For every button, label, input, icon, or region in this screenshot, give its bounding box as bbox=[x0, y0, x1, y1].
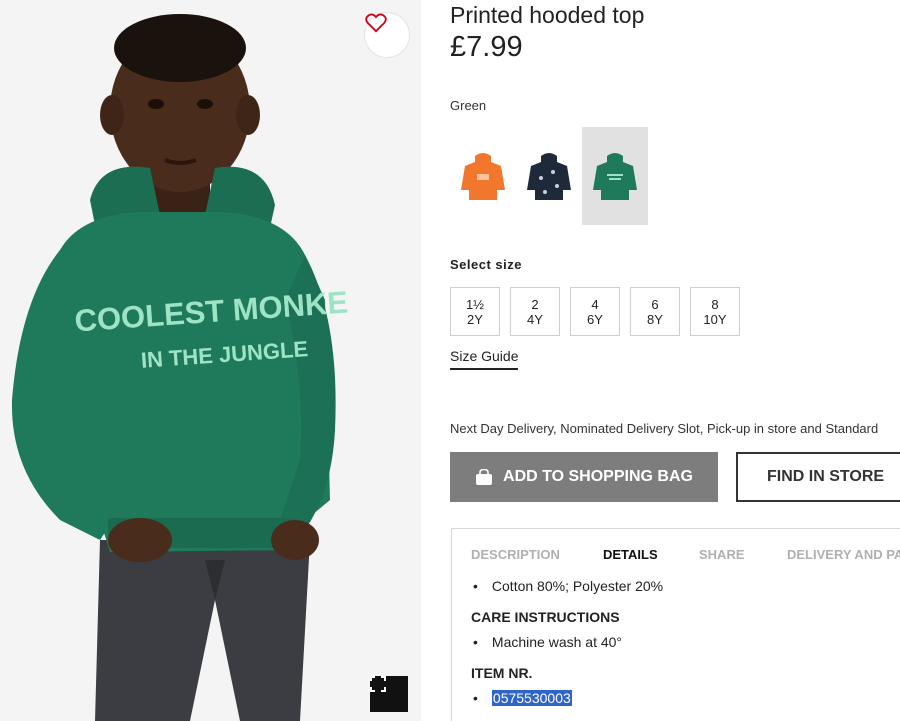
tab-share[interactable]: SHARE bbox=[699, 547, 745, 562]
product-info: Printed hooded top £7.99 Green Select si… bbox=[450, 0, 900, 721]
care-item: Machine wash at 40° bbox=[473, 631, 891, 653]
size-age-value: 2 bbox=[531, 296, 539, 312]
size-year-label: 4Y bbox=[527, 311, 543, 327]
expand-icon bbox=[370, 676, 386, 692]
item-number-value[interactable]: 0575530003 bbox=[491, 690, 572, 706]
size-age-value: 6 bbox=[651, 296, 659, 312]
size-age-value: 8 bbox=[711, 296, 719, 312]
size-age-value: 1½ bbox=[465, 296, 485, 312]
green-hoodie-thumbnail bbox=[593, 153, 637, 200]
shopping-bag-icon bbox=[476, 469, 493, 485]
product-image[interactable]: COOLEST MONKE IN THE JUNGLE bbox=[0, 0, 421, 721]
delivery-options-text: Next Day Delivery, Nominated Delivery Sl… bbox=[450, 421, 879, 436]
swatch-orange[interactable] bbox=[450, 127, 516, 225]
zoom-button[interactable] bbox=[370, 676, 408, 712]
product-details-panel: DESCRIPTION DETAILS SHARE DELIVERY AND P… bbox=[451, 528, 900, 721]
product-photo-illustration: COOLEST MONKE IN THE JUNGLE bbox=[11, 14, 349, 721]
add-to-bag-button[interactable]: ADD TO SHOPPING BAG bbox=[450, 452, 718, 502]
composition-text: Cotton 80%; Polyester 20% bbox=[491, 578, 664, 594]
orange-hoodie-thumbnail bbox=[461, 153, 505, 200]
product-price: £7.99 bbox=[450, 31, 523, 63]
item-number-item: 0575530003 bbox=[473, 687, 891, 709]
size-year-label: 10Y bbox=[703, 311, 727, 327]
size-option-6y[interactable]: 4 6Y bbox=[570, 287, 620, 336]
find-in-store-button[interactable]: FIND IN STORE bbox=[736, 452, 900, 502]
wishlist-button[interactable] bbox=[364, 12, 410, 58]
size-age-value: 4 bbox=[591, 296, 599, 312]
size-year-label: 8Y bbox=[647, 311, 663, 327]
add-to-bag-label: ADD TO SHOPPING BAG bbox=[503, 468, 693, 485]
selected-color-name: Green bbox=[450, 98, 487, 113]
size-options: 1½ 2Y 2 4Y 4 6Y 6 8Y 8 10Y bbox=[450, 287, 740, 336]
size-option-8y[interactable]: 6 8Y bbox=[630, 287, 680, 336]
details-content: Cotton 80%; Polyester 20% CARE INSTRUCTI… bbox=[471, 575, 891, 709]
size-guide-link[interactable]: Size Guide bbox=[450, 348, 519, 370]
tab-description[interactable]: DESCRIPTION bbox=[471, 547, 560, 562]
select-size-label: Select size bbox=[450, 257, 522, 272]
navy-hoodie-thumbnail bbox=[527, 153, 571, 200]
size-option-10y[interactable]: 8 10Y bbox=[690, 287, 740, 336]
care-instructions-heading: CARE INSTRUCTIONS bbox=[471, 609, 620, 625]
swatch-green[interactable] bbox=[582, 127, 648, 225]
size-year-label: 2Y bbox=[467, 311, 483, 327]
size-option-4y[interactable]: 2 4Y bbox=[510, 287, 560, 336]
size-option-2y[interactable]: 1½ 2Y bbox=[450, 287, 500, 336]
swatch-navy[interactable] bbox=[516, 127, 582, 225]
tab-details[interactable]: DETAILS bbox=[603, 547, 658, 562]
heart-icon bbox=[365, 13, 387, 33]
product-title: Printed hooded top bbox=[450, 2, 645, 28]
item-number-heading: ITEM NR. bbox=[471, 665, 533, 681]
care-text: Machine wash at 40° bbox=[491, 634, 623, 650]
tab-delivery-and-payment[interactable]: DELIVERY AND PA bbox=[787, 547, 900, 562]
size-year-label: 6Y bbox=[587, 311, 603, 327]
details-tabs: DESCRIPTION DETAILS SHARE DELIVERY AND P… bbox=[452, 529, 900, 579]
composition-item: Cotton 80%; Polyester 20% bbox=[473, 575, 891, 597]
color-swatches bbox=[450, 127, 648, 225]
